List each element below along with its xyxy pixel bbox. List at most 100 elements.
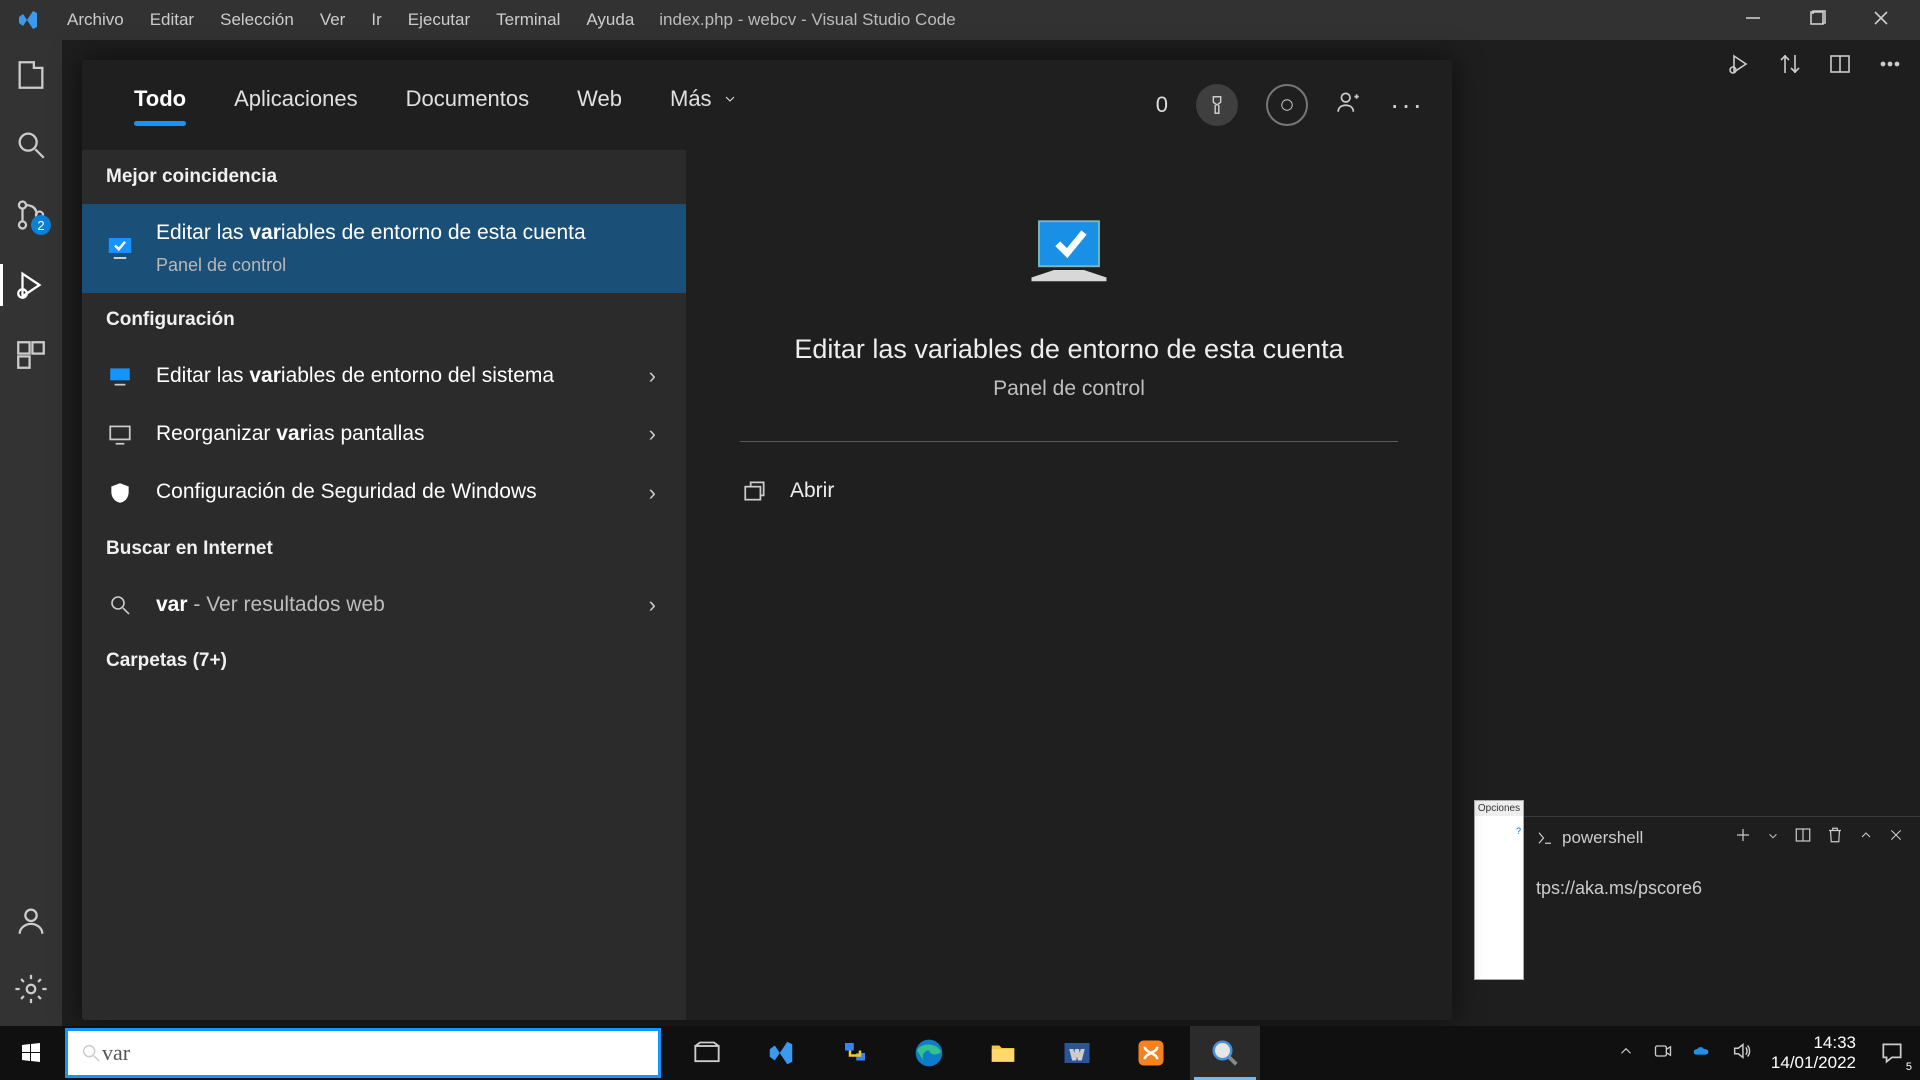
run-debug-icon[interactable] (14, 268, 48, 302)
rewards-score: 0 (1156, 92, 1168, 118)
terminal-up-icon[interactable] (1858, 827, 1874, 848)
section-best-match: Mejor coincidencia (82, 150, 686, 204)
feedback-icon[interactable] (1336, 89, 1362, 121)
task-view-button[interactable] (672, 1026, 742, 1080)
taskbar-xampp[interactable] (1116, 1026, 1186, 1080)
taskbar-explorer[interactable] (968, 1026, 1038, 1080)
taskbar-search-box[interactable] (65, 1028, 661, 1078)
run-icon[interactable] (1728, 52, 1752, 81)
tab-todo[interactable]: Todo (110, 78, 210, 132)
menu-ir[interactable]: Ir (358, 10, 394, 30)
tab-mas-label: Más (670, 86, 712, 112)
display-icon (104, 421, 136, 447)
result-security[interactable]: Configuración de Seguridad de Windows › (82, 463, 686, 521)
taskbar-search-app[interactable] (1190, 1026, 1260, 1080)
detail-subtitle: Panel de control (993, 377, 1145, 401)
menu-ayuda[interactable]: Ayuda (573, 10, 647, 30)
clock-time: 14:33 (1771, 1033, 1856, 1053)
open-action[interactable]: Abrir (742, 478, 834, 504)
minimize-button[interactable] (1744, 9, 1762, 32)
more-icon[interactable] (1878, 52, 1902, 81)
monitor-check-large-icon (1014, 210, 1124, 300)
terminal-tab[interactable]: powershell (1536, 828, 1643, 848)
tab-mas[interactable]: Más (646, 78, 762, 132)
taskbar-word[interactable]: W (1042, 1026, 1112, 1080)
open-label: Abrir (790, 479, 834, 503)
result-best-match[interactable]: Editar las variables de entorno de esta … (82, 204, 686, 293)
rewards-badge-icon[interactable] (1196, 84, 1238, 126)
shield-icon (104, 480, 136, 506)
result-text: Configuración de Seguridad de Windows (156, 480, 537, 503)
terminal-chevron-icon[interactable] (1766, 827, 1780, 848)
start-button[interactable] (0, 1026, 62, 1080)
tray-chevron-icon[interactable] (1617, 1042, 1635, 1065)
background-popup: Opciones ? (1474, 800, 1524, 980)
activity-bar: 2 (0, 40, 62, 1026)
terminal-trash-icon[interactable] (1826, 826, 1844, 849)
editor-toolbar (1728, 52, 1902, 81)
terminal-output[interactable]: tps://aka.ms/pscore6 (1520, 858, 1920, 899)
chevron-right-icon: › (641, 363, 664, 389)
vscode-titlebar: Archivo Editar Selección Ver Ir Ejecutar… (0, 0, 1920, 40)
section-folders: Carpetas (7+) (82, 634, 686, 688)
result-subtitle: Panel de control (156, 252, 664, 278)
result-text: Editar las variables de entorno del sist… (156, 364, 554, 387)
taskbar-vscode[interactable] (746, 1026, 816, 1080)
chevron-right-icon: › (641, 421, 664, 447)
section-internet: Buscar en Internet (82, 522, 686, 576)
result-text: var - Ver resultados web (156, 593, 385, 616)
terminal-name: powershell (1562, 828, 1643, 848)
tray-volume-icon[interactable] (1731, 1040, 1753, 1067)
menu-editar[interactable]: Editar (137, 10, 207, 30)
window-title: index.php - webcv - Visual Studio Code (659, 10, 955, 30)
vscode-logo-icon (16, 8, 40, 32)
split-editor-icon[interactable] (1828, 52, 1852, 81)
chevron-right-icon: › (641, 592, 664, 618)
monitor-icon (104, 363, 136, 389)
menu-terminal[interactable]: Terminal (483, 10, 573, 30)
taskbar-edge[interactable] (894, 1026, 964, 1080)
search-icon[interactable] (14, 128, 48, 162)
menu-ejecutar[interactable]: Ejecutar (395, 10, 483, 30)
terminal-close-icon[interactable] (1888, 827, 1904, 848)
tab-aplicaciones[interactable]: Aplicaciones (210, 78, 382, 132)
result-text: Reorganizar varias pantallas (156, 422, 425, 445)
tray-onedrive-icon[interactable] (1691, 1040, 1713, 1067)
menu-seleccion[interactable]: Selección (207, 10, 307, 30)
result-env-system[interactable]: Editar las variables de entorno del sist… (82, 347, 686, 405)
windows-search-panel: Todo Aplicaciones Documentos Web Más 0 ·… (82, 60, 1452, 1020)
menu-archivo[interactable]: Archivo (54, 10, 137, 30)
result-displays[interactable]: Reorganizar varias pantallas › (82, 405, 686, 463)
maximize-button[interactable] (1808, 9, 1826, 32)
monitor-check-icon (104, 233, 136, 263)
settings-gear-icon[interactable] (14, 972, 48, 1006)
menu-ver[interactable]: Ver (307, 10, 359, 30)
notification-count: 5 (1906, 1061, 1912, 1073)
close-button[interactable] (1872, 9, 1890, 32)
result-web-search[interactable]: var - Ver resultados web › (82, 576, 686, 634)
search-icon (80, 1042, 102, 1064)
diff-icon[interactable] (1778, 52, 1802, 81)
tab-documentos[interactable]: Documentos (382, 78, 554, 132)
cortana-circle-icon[interactable] (1266, 84, 1308, 126)
search-more-icon[interactable]: ··· (1390, 89, 1424, 121)
action-center-button[interactable]: 5 (1874, 1035, 1910, 1071)
terminal-new-icon[interactable] (1734, 826, 1752, 849)
taskbar-app-2[interactable] (820, 1026, 890, 1080)
explorer-icon[interactable] (14, 58, 48, 92)
tab-web[interactable]: Web (553, 78, 646, 132)
chevron-down-icon (722, 91, 738, 107)
section-configuracion: Configuración (82, 293, 686, 347)
search-detail-pane: Editar las variables de entorno de esta … (686, 150, 1452, 1020)
extensions-icon[interactable] (14, 338, 48, 372)
account-icon[interactable] (14, 904, 48, 938)
search-input[interactable] (102, 1040, 646, 1066)
svg-text:W: W (1071, 1047, 1084, 1062)
open-icon (742, 478, 768, 504)
tray-clock[interactable]: 14:33 14/01/2022 (1771, 1033, 1856, 1074)
terminal-split-icon[interactable] (1794, 826, 1812, 849)
detail-title: Editar las variables de entorno de esta … (794, 334, 1343, 365)
source-control-icon[interactable]: 2 (14, 198, 48, 232)
tray-meet-icon[interactable] (1653, 1041, 1673, 1066)
terminal-panel: powershell tps://aka.ms/pscore6 (1520, 816, 1920, 1026)
